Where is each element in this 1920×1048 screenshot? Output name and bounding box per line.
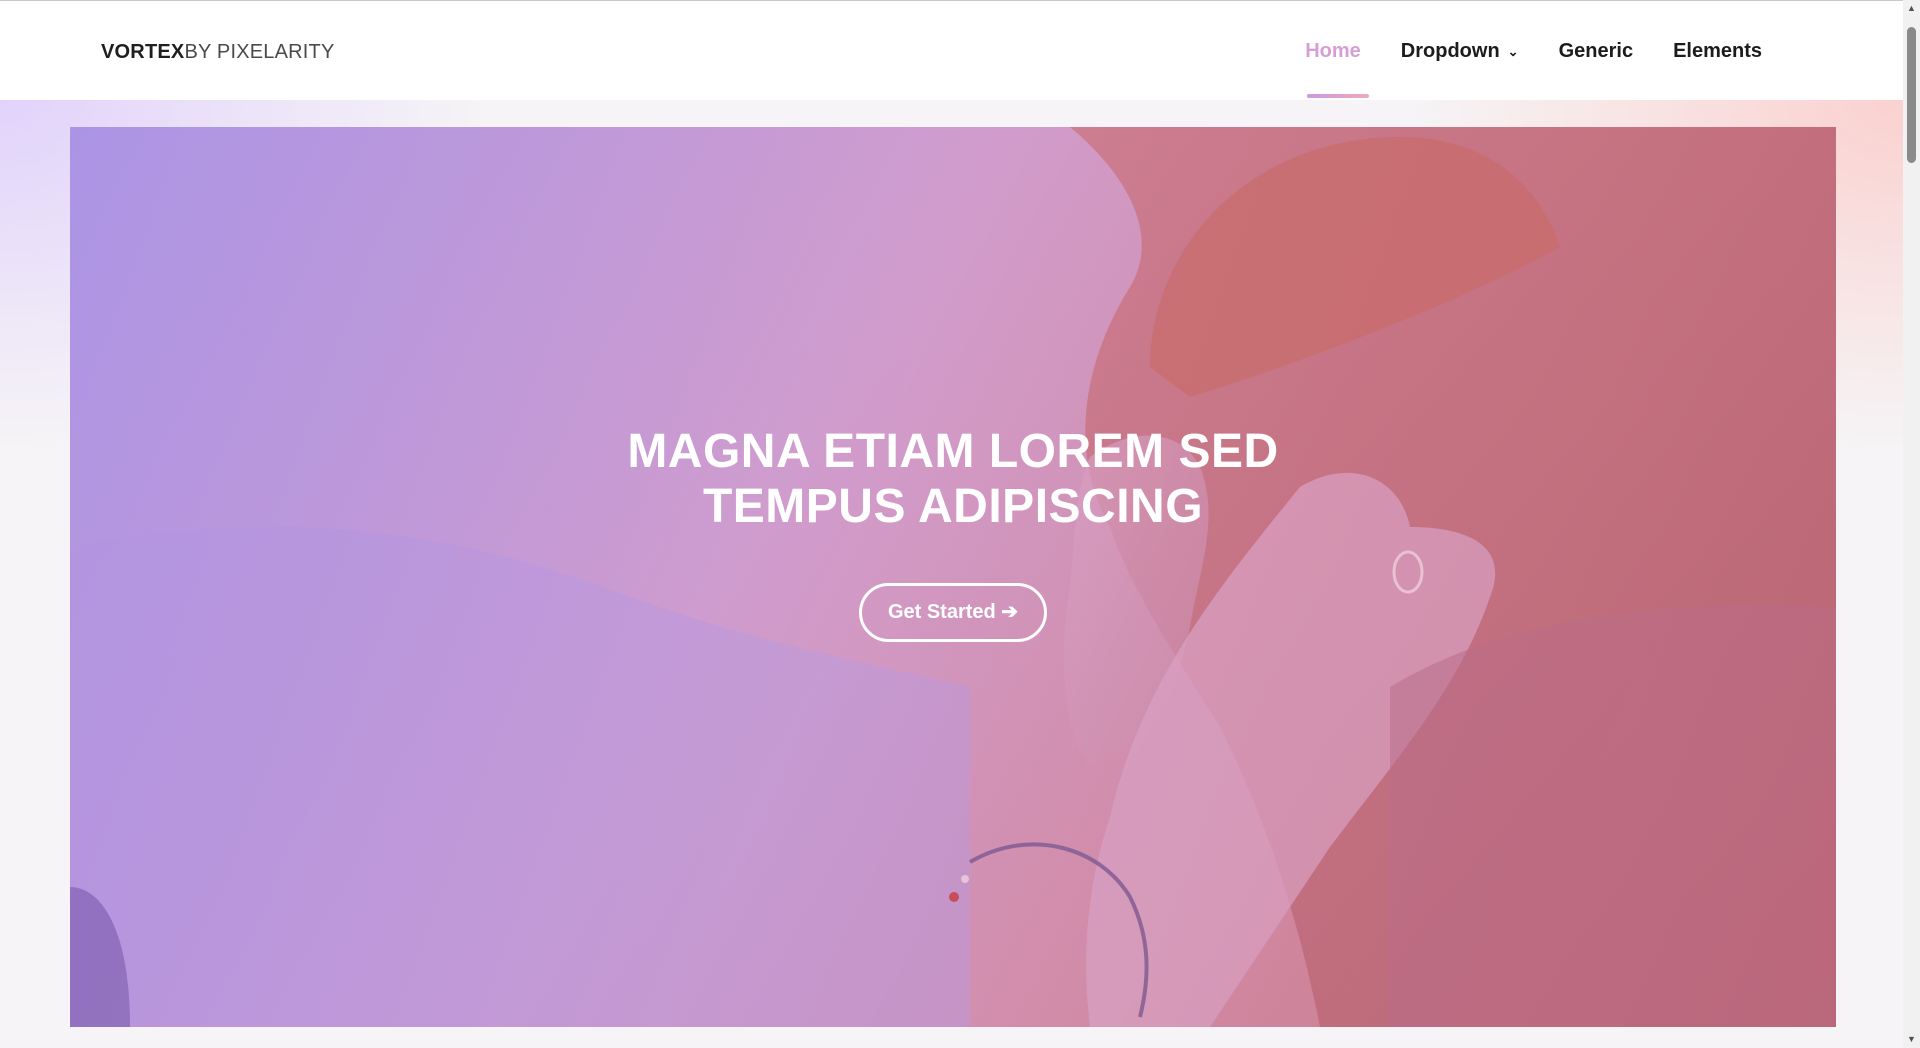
main-nav: Home Dropdown ⌄ Generic Elements <box>1265 1 1762 101</box>
logo-byline: BY PIXELARITY <box>184 41 335 63</box>
nav-item-label: Home <box>1305 40 1361 62</box>
hero-banner: MAGNA ETIAM LOREM SED TEMPUS ADIPISCING … <box>70 127 1836 1027</box>
site-header: VORTEXBY PIXELARITY Home Dropdown ⌄ Gener… <box>0 0 1903 100</box>
nav-item-label: Elements <box>1673 40 1762 62</box>
site-logo[interactable]: VORTEXBY PIXELARITY <box>101 41 335 64</box>
nav-item-generic[interactable]: Generic <box>1559 1 1633 101</box>
nav-item-home[interactable]: Home <box>1305 1 1369 101</box>
nav-item-label: Generic <box>1558 40 1634 62</box>
logo-brand: VORTEX <box>101 41 185 63</box>
scroll-up-arrow-icon[interactable]: ▲ <box>1903 0 1920 17</box>
page-scrollbar[interactable]: ▲ ▼ <box>1903 0 1920 1048</box>
scroll-down-arrow-icon[interactable]: ▼ <box>1903 1031 1920 1048</box>
nav-item-elements[interactable]: Elements <box>1673 1 1762 101</box>
nav-item-label: Dropdown <box>1400 40 1500 62</box>
hero-title: MAGNA ETIAM LOREM SED TEMPUS ADIPISCING <box>627 425 1279 533</box>
scrollbar-thumb[interactable] <box>1907 27 1916 163</box>
get-started-button[interactable]: Get Started ➔ <box>859 583 1047 642</box>
nav-item-dropdown[interactable]: Dropdown ⌄ <box>1401 1 1519 101</box>
chevron-down-icon: ⌄ <box>1507 44 1519 59</box>
hero-content: MAGNA ETIAM LOREM SED TEMPUS ADIPISCING … <box>70 424 1836 642</box>
